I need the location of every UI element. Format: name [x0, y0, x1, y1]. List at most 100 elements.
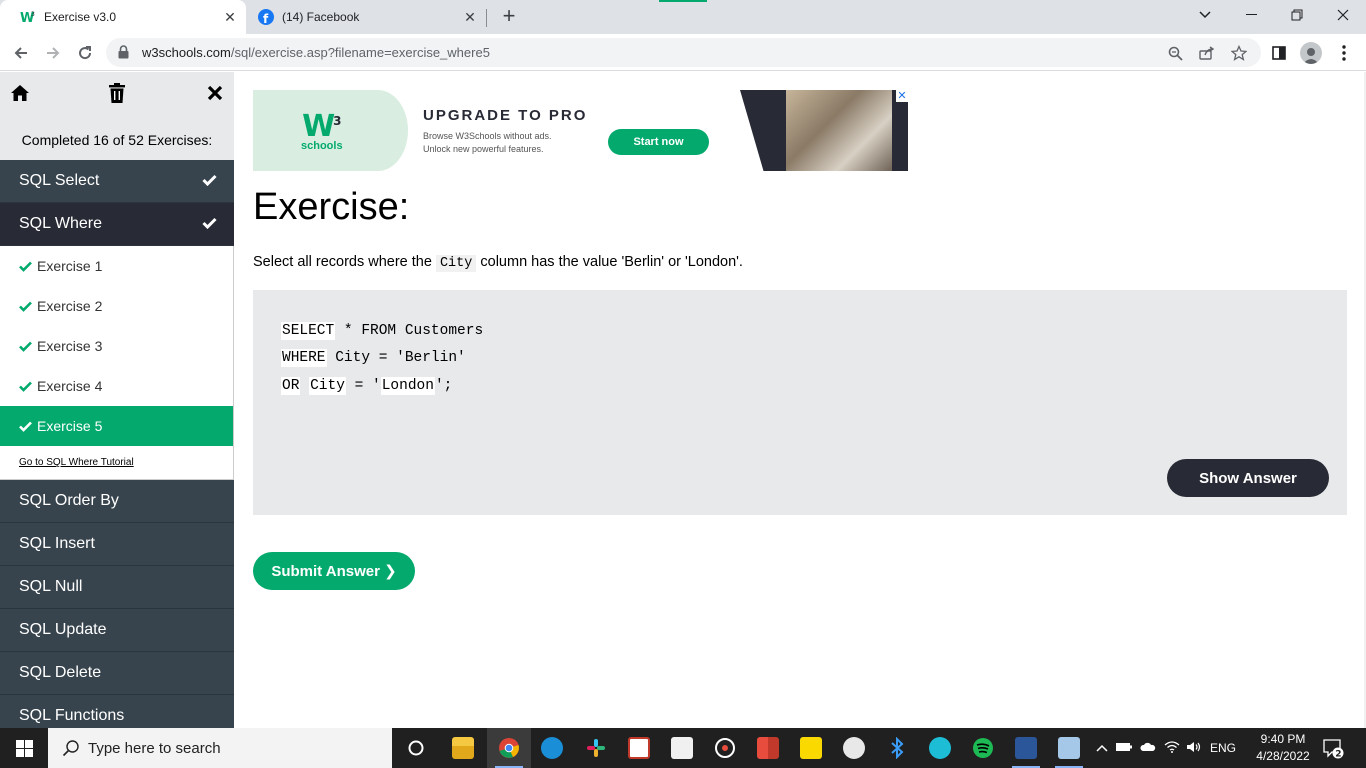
- answer-input-5[interactable]: London: [380, 377, 435, 395]
- lock-icon[interactable]: [118, 45, 129, 64]
- media-player-icon[interactable]: [703, 728, 747, 768]
- forward-arrow-icon[interactable]: [40, 40, 66, 66]
- tab-exercise[interactable]: W3 Exercise v3.0 ✕: [0, 0, 246, 34]
- ad-subtext-line2: Unlock new powerful features.: [423, 144, 544, 154]
- share-icon[interactable]: [1198, 44, 1216, 62]
- sidebar-item-sql-update[interactable]: SQL Update: [0, 609, 234, 652]
- w3schools-logo: W3 schools: [301, 108, 343, 153]
- tab-separator: [486, 9, 487, 27]
- sidebar-item-sql-delete[interactable]: SQL Delete: [0, 652, 234, 695]
- exercise-item-5[interactable]: Exercise 5: [0, 406, 234, 446]
- desc-text-before: Select all records where the: [253, 254, 436, 270]
- show-answer-button[interactable]: Show Answer: [1167, 459, 1329, 497]
- sidebar-item-label: SQL Update: [19, 621, 107, 638]
- search-placeholder: Type here to search: [88, 739, 221, 757]
- wifi-icon[interactable]: [1164, 740, 1180, 756]
- sidebar-item-label: SQL Functions: [19, 707, 125, 724]
- code-text: City = 'Berlin': [326, 350, 466, 366]
- cortana-icon[interactable]: [394, 728, 438, 768]
- tab-close-icon[interactable]: ✕: [220, 9, 240, 26]
- w3schools-favicon-icon: W3: [20, 9, 36, 25]
- tab-search-chevron-down-icon[interactable]: [1182, 0, 1228, 30]
- home-icon[interactable]: [9, 82, 31, 104]
- ad-subtext: Browse W3Schools without ads. Unlock new…: [423, 130, 552, 156]
- chrome-icon[interactable]: [487, 728, 531, 768]
- address-bar[interactable]: w3schools.com/sql/exercise.asp?filename=…: [106, 38, 1261, 67]
- zoom-icon[interactable]: [1166, 44, 1184, 62]
- chevron-up-icon[interactable]: [1096, 741, 1108, 755]
- clock-date: 4/28/2022: [1256, 749, 1310, 763]
- sidebar-item-sql-insert[interactable]: SQL Insert: [0, 523, 234, 566]
- kebab-menu-icon[interactable]: [1331, 40, 1357, 66]
- answer-input-3[interactable]: OR: [281, 377, 301, 395]
- sidebar-toolbar: [0, 72, 234, 112]
- word-icon[interactable]: [1004, 728, 1048, 768]
- url-path: /sql/exercise.asp?filename=exercise_wher…: [230, 45, 490, 60]
- bookmark-star-icon[interactable]: [1230, 44, 1248, 62]
- exercise-label: Exercise 3: [37, 338, 103, 354]
- file-explorer-icon[interactable]: [441, 728, 485, 768]
- exercise-item-3[interactable]: Exercise 3: [0, 326, 234, 366]
- battery-icon[interactable]: [1116, 741, 1132, 755]
- sidebar-item-label: SQL Order By: [19, 492, 119, 509]
- office-icon[interactable]: [746, 728, 790, 768]
- answer-input-2[interactable]: WHERE: [281, 349, 327, 367]
- volume-icon[interactable]: [1186, 741, 1202, 756]
- side-panel-icon[interactable]: [1266, 40, 1292, 66]
- sidebar-item-sql-select[interactable]: SQL Select: [0, 160, 234, 203]
- upgrade-ad-banner[interactable]: W3 schools UPGRADE TO PRO Browse W3Schoo…: [253, 90, 908, 171]
- exercise-item-2[interactable]: Exercise 2: [0, 286, 234, 326]
- new-tab-icon[interactable]: +: [497, 4, 521, 28]
- code-line-2: WHERE City = 'Berlin': [281, 349, 466, 367]
- back-arrow-icon[interactable]: [8, 40, 34, 66]
- submit-answer-button[interactable]: Submit Answer ❯: [253, 552, 415, 590]
- exercise-description: Select all records where the City column…: [253, 254, 743, 272]
- slack-icon[interactable]: [574, 728, 618, 768]
- browser-toolbar: w3schools.com/sql/exercise.asp?filename=…: [0, 34, 1366, 71]
- top-accent-strip: [659, 0, 707, 2]
- minimize-icon[interactable]: [1228, 0, 1274, 30]
- edge-icon[interactable]: [530, 728, 574, 768]
- exercise-item-1[interactable]: Exercise 1: [0, 246, 234, 286]
- ad-headline: UPGRADE TO PRO: [423, 107, 588, 124]
- notification-center-icon[interactable]: 2: [1322, 737, 1344, 760]
- language-indicator[interactable]: ENG: [1210, 741, 1236, 755]
- exercise-sidebar: Completed 16 of 52 Exercises: SQL Select…: [0, 72, 234, 728]
- url-text: w3schools.com/sql/exercise.asp?filename=…: [142, 45, 490, 60]
- snipping-tool-icon[interactable]: [617, 728, 661, 768]
- tab-facebook[interactable]: f (14) Facebook ✕: [238, 0, 486, 34]
- exercise-item-4[interactable]: Exercise 4: [0, 366, 234, 406]
- canva-icon[interactable]: [918, 728, 962, 768]
- app-icon-m[interactable]: [660, 728, 704, 768]
- code-line-1: SELECT * FROM Customers: [281, 322, 484, 340]
- paint-icon[interactable]: [832, 728, 876, 768]
- tab-close-icon[interactable]: ✕: [460, 9, 480, 26]
- taskbar-search-input[interactable]: Type here to search: [48, 728, 392, 768]
- clock[interactable]: 9:40 PM 4/28/2022: [1252, 731, 1314, 765]
- sidebar-item-sql-where[interactable]: SQL Where: [0, 203, 234, 246]
- ad-close-icon[interactable]: ✕: [896, 90, 908, 102]
- answer-input-1[interactable]: SELECT: [281, 322, 336, 340]
- bluetooth-icon[interactable]: [875, 728, 919, 768]
- sidebar-item-sql-order-by[interactable]: SQL Order By: [0, 480, 234, 523]
- windows-start-icon[interactable]: [0, 728, 48, 768]
- tutorial-link[interactable]: Go to SQL Where Tutorial: [0, 446, 234, 480]
- sidebar-item-sql-functions[interactable]: SQL Functions: [0, 695, 234, 728]
- remote-desktop-icon[interactable]: [1047, 728, 1091, 768]
- close-icon[interactable]: [204, 82, 226, 104]
- sidebar-item-label: SQL Select: [19, 172, 100, 189]
- restore-icon[interactable]: [1274, 0, 1320, 30]
- close-window-icon[interactable]: [1320, 0, 1366, 30]
- trash-icon[interactable]: [106, 82, 128, 104]
- start-now-button[interactable]: Start now: [608, 129, 709, 155]
- sidebar-item-label: SQL Null: [19, 578, 83, 595]
- reload-icon[interactable]: [72, 40, 98, 66]
- sidebar-item-sql-null[interactable]: SQL Null: [0, 566, 234, 609]
- profile-avatar[interactable]: [1298, 40, 1324, 66]
- sticky-notes-icon[interactable]: [789, 728, 833, 768]
- code-text: * FROM Customers: [335, 323, 484, 339]
- onedrive-cloud-icon[interactable]: [1140, 741, 1156, 755]
- windows-taskbar: Type here to search ENG 9:40 PM 4/28/202…: [0, 728, 1366, 768]
- spotify-icon[interactable]: [961, 728, 1005, 768]
- answer-input-4[interactable]: City: [309, 377, 346, 395]
